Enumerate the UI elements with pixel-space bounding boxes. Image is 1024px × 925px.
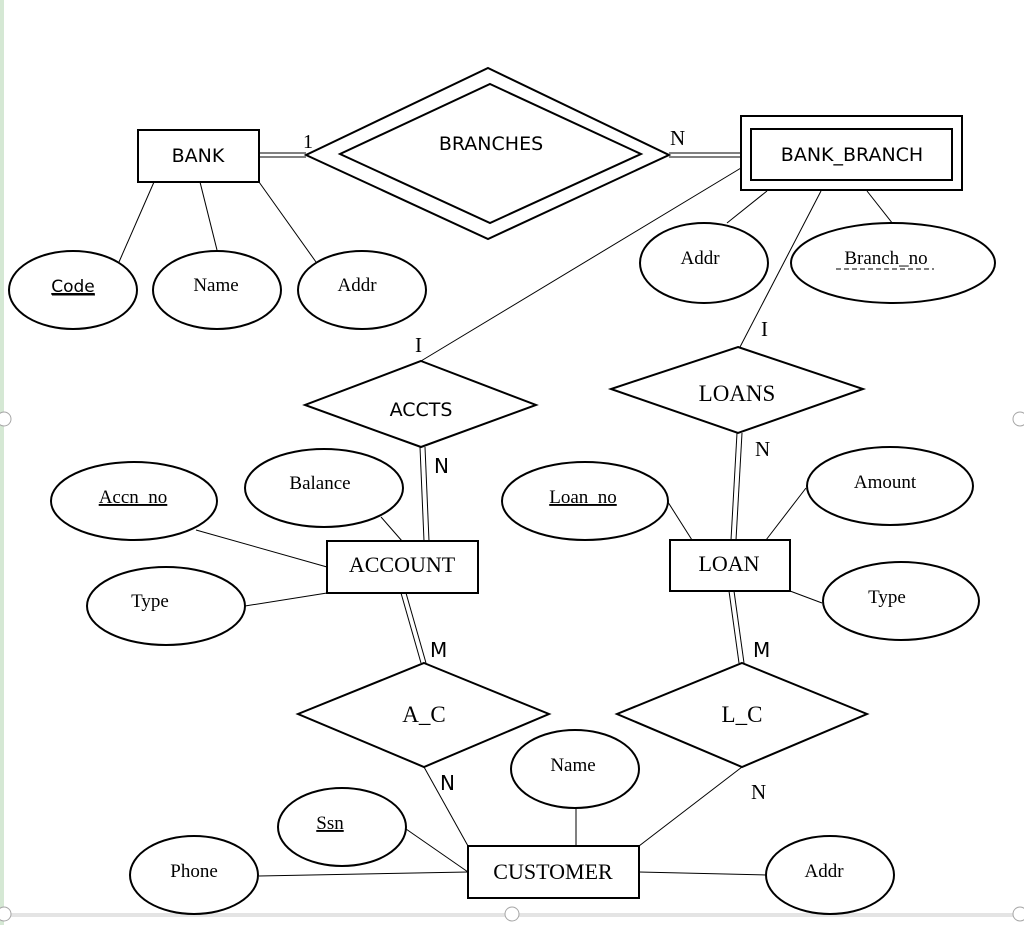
attribute-customer-addr-label: Addr: [804, 861, 844, 882]
line-accts-account-b: [424, 446, 430, 542]
attribute-amount[interactable]: Amount: [806, 446, 974, 526]
attribute-bank-code-label: Code: [51, 277, 95, 297]
attribute-amount-label: Amount: [854, 472, 917, 493]
line-account-balance: [380, 516, 403, 542]
cardinality-account-a-c: M: [430, 638, 447, 662]
resize-handle-bottom[interactable]: [504, 906, 520, 922]
line-accts-account-a: [419, 446, 425, 542]
attribute-phone[interactable]: Phone: [129, 835, 259, 915]
attribute-bank-name-label: Name: [193, 275, 238, 296]
cardinality-bank-branch-loans: I: [761, 317, 768, 341]
resize-handle-right[interactable]: [1012, 411, 1024, 427]
attribute-branch-no[interactable]: Branch_no: [790, 222, 996, 304]
cardinality-l-c-customer: N: [751, 780, 766, 804]
cardinality-bank-branch-accts: I: [415, 333, 422, 357]
entity-loan[interactable]: LOAN: [669, 539, 791, 592]
er-diagram-canvas: BANK BANK_BRANCH ACCOUNT LOAN CUSTOMER B…: [0, 66, 1024, 922]
entity-customer[interactable]: CUSTOMER: [467, 845, 640, 899]
entity-bank-branch-label: BANK_BRANCH: [781, 144, 923, 166]
resize-handle-left[interactable]: [0, 411, 12, 427]
attribute-loan-type-label: Type: [868, 587, 906, 608]
attribute-phone-label: Phone: [170, 861, 218, 882]
cardinality-loans-loan: N: [755, 437, 770, 461]
attribute-bank-name[interactable]: Name: [152, 250, 282, 330]
relationship-l-c[interactable]: L_C: [614, 661, 870, 769]
line-account-accnno: [195, 529, 328, 568]
relationship-a-c-label: A_C: [402, 702, 445, 727]
relationship-a-c[interactable]: A_C: [295, 661, 552, 769]
line-customer-ssn: [405, 828, 469, 873]
entity-bank[interactable]: BANK: [137, 129, 260, 183]
relationship-accts[interactable]: ACCTS: [302, 359, 539, 449]
attribute-account-type-label: Type: [131, 591, 169, 612]
cardinality-a-c-customer: N: [440, 771, 455, 795]
attribute-customer-name[interactable]: Name: [510, 729, 640, 809]
line-bank-addr: [258, 181, 317, 263]
line-account-type: [244, 592, 328, 607]
line-bank-name: [199, 181, 218, 251]
attribute-loan-no-label: Loan_no: [549, 487, 617, 508]
cardinality-branches-bank-branch: N: [670, 126, 685, 150]
attribute-ssn[interactable]: Ssn: [277, 787, 407, 867]
resize-handle-bottom-left[interactable]: [0, 906, 12, 922]
line-loans-loan-a: [730, 432, 738, 541]
attribute-loan-no[interactable]: Loan_no: [501, 461, 669, 541]
attribute-accn-no-label: Accn_no: [99, 487, 168, 508]
relationship-branches[interactable]: BRANCHES: [303, 66, 672, 241]
cardinality-loan-l-c: M: [753, 638, 770, 662]
attribute-customer-addr[interactable]: Addr: [765, 835, 895, 915]
line-loan-loanno: [665, 498, 693, 541]
line-loan-lc-b: [733, 590, 745, 664]
entity-account-label: ACCOUNT: [349, 552, 456, 577]
attribute-customer-name-label: Name: [550, 755, 595, 776]
relationship-branches-label: BRANCHES: [439, 133, 543, 155]
entity-loan-label: LOAN: [698, 551, 759, 576]
line-account-ac-a: [400, 592, 422, 664]
line-customer-addr: [638, 871, 767, 876]
relationship-loans[interactable]: LOANS: [607, 345, 867, 435]
entity-account[interactable]: ACCOUNT: [326, 540, 479, 594]
relationship-loans-label: LOANS: [699, 381, 776, 406]
line-customer-phone: [258, 871, 469, 877]
entity-customer-label: CUSTOMER: [493, 859, 613, 884]
attribute-branch-addr-label: Addr: [680, 248, 720, 269]
line-bank-code: [118, 181, 155, 263]
attribute-balance-label: Balance: [289, 473, 350, 494]
attribute-bank-code[interactable]: Code: [8, 250, 138, 330]
relationship-l-c-label: L_C: [722, 702, 763, 727]
line-loan-amount: [765, 487, 807, 541]
attribute-loan-type[interactable]: Type: [822, 561, 980, 641]
cardinality-bank-branches: 1: [303, 131, 313, 153]
attribute-ssn-label: Ssn: [316, 813, 344, 834]
line-loan-lc-a: [728, 590, 740, 664]
line-branch-addr: [726, 190, 768, 224]
cardinality-accts-account: N: [434, 454, 449, 478]
attribute-bank-addr[interactable]: Addr: [297, 250, 427, 330]
attribute-branch-no-label: Branch_no: [844, 248, 927, 269]
line-loans-loan-b: [735, 432, 743, 541]
attribute-bank-addr-label: Addr: [337, 275, 377, 296]
line-lc-customer: [638, 766, 743, 847]
resize-handle-bottom-right[interactable]: [1012, 906, 1024, 922]
attribute-accn-no[interactable]: Accn_no: [50, 461, 218, 541]
relationship-accts-label: ACCTS: [390, 399, 453, 421]
line-loan-type: [789, 590, 823, 604]
line-branch-no: [866, 190, 894, 225]
attribute-balance[interactable]: Balance: [244, 448, 404, 528]
entity-bank-label: BANK: [172, 145, 225, 167]
attribute-account-type[interactable]: Type: [86, 566, 246, 646]
entity-bank-branch[interactable]: BANK_BRANCH: [740, 115, 963, 191]
attribute-branch-addr[interactable]: Addr: [639, 222, 769, 304]
line-account-ac-b: [405, 592, 427, 664]
